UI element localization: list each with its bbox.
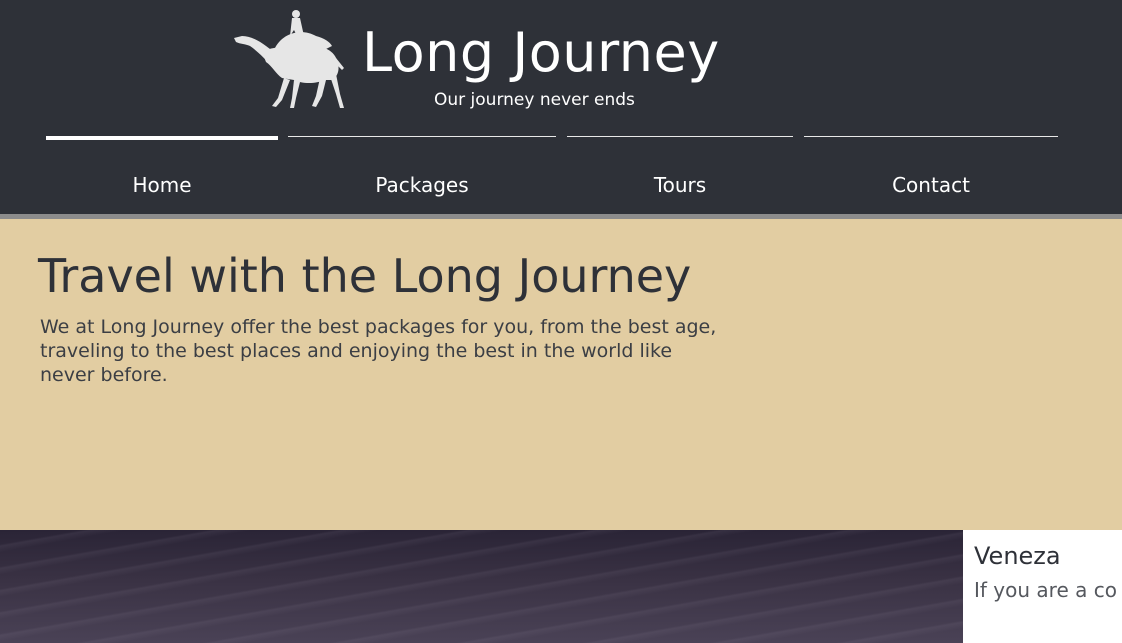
card-text: If you are a co person, you co [974, 578, 1122, 602]
destination-card[interactable]: Veneza If you are a co person, you co [963, 530, 1122, 643]
nav-divider [804, 136, 1058, 137]
site-header: Long Journey Our journey never ends Home… [0, 0, 1122, 214]
hero-title: Travel with the Long Journey [38, 249, 692, 303]
camel-rider-icon[interactable] [232, 6, 348, 112]
site-tagline: Our journey never ends [434, 90, 635, 110]
nav-item-tours[interactable]: Tours [567, 134, 793, 214]
photo-texture [0, 530, 1122, 643]
hero-description: We at Long Journey offer the best packag… [40, 316, 717, 386]
card-title: Veneza [974, 542, 1061, 570]
hero-section: Travel with the Long Journey We at Long … [0, 219, 1122, 530]
nav-divider [567, 136, 793, 137]
nav-label: Home [132, 173, 192, 197]
nav-label: Tours [653, 173, 707, 197]
nav-active-indicator [46, 136, 278, 140]
nav-label: Packages [375, 173, 469, 197]
nav-item-contact[interactable]: Contact [804, 134, 1058, 214]
nav-item-packages[interactable]: Packages [288, 134, 556, 214]
nav-divider [288, 136, 556, 137]
nav-label: Contact [892, 173, 970, 197]
site-title[interactable]: Long Journey [362, 22, 720, 84]
nav-item-home[interactable]: Home [46, 134, 278, 214]
